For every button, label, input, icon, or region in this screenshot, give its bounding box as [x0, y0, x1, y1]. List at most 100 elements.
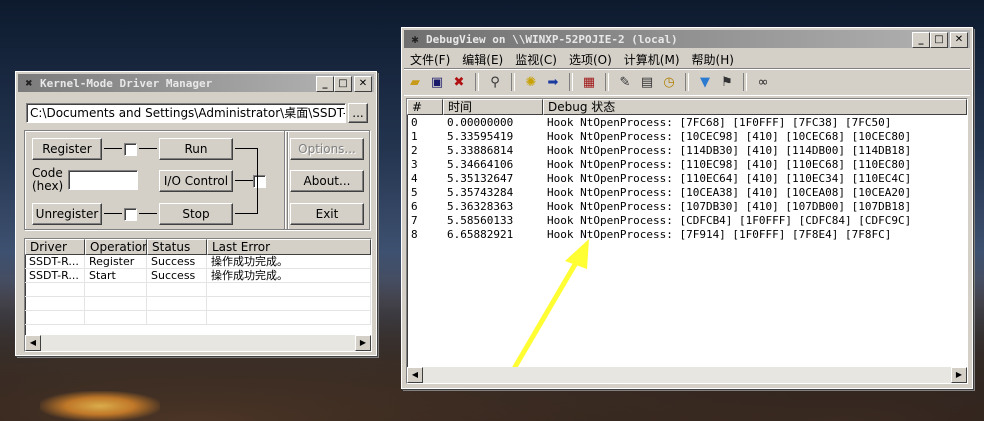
- scroll-track[interactable]: [41, 335, 355, 351]
- history-depth-icon[interactable]: ▤: [636, 71, 658, 93]
- cell-operation: Start: [85, 269, 147, 283]
- capture-settings-icon[interactable]: ✺: [520, 71, 542, 93]
- maximize-button[interactable]: □: [334, 76, 352, 92]
- row-time: 5.36328363: [447, 200, 514, 213]
- capture-win32-icon[interactable]: ▦: [578, 71, 600, 93]
- row-index: 8: [411, 228, 418, 241]
- debugview-titlebar[interactable]: ✱ DebugView on \\WINXP-52POJIE-2 (local)…: [404, 30, 970, 48]
- kmdm-title: Kernel-Mode Driver Manager: [40, 76, 213, 90]
- menu-options[interactable]: 选项(O): [563, 51, 618, 68]
- highlight-icon[interactable]: ▼: [694, 71, 716, 93]
- col-driver[interactable]: Driver: [25, 239, 85, 255]
- col-time[interactable]: 时间: [443, 99, 543, 115]
- col-index[interactable]: #: [407, 99, 443, 115]
- io-code-input[interactable]: [68, 170, 138, 190]
- connector-line: [104, 148, 122, 149]
- connector-line: [139, 213, 157, 214]
- menu-capture[interactable]: 监视(C): [509, 51, 563, 68]
- toolbar-separator: [569, 73, 573, 91]
- list-item[interactable]: 8 6.65882921 Hook NtOpenProcess: [7F914] […: [407, 228, 967, 242]
- arrow-head: [565, 239, 589, 269]
- row-message: Hook NtOpenProcess: [7FC68] [1F0FFF] [7F…: [547, 116, 892, 129]
- find-icon[interactable]: ⚲: [484, 71, 506, 93]
- unregister-checkbox[interactable]: [124, 208, 137, 221]
- options-button[interactable]: Options...: [290, 138, 364, 160]
- driver-path-field[interactable]: C:\Documents and Settings\Administrator\…: [26, 103, 346, 123]
- cell-last-error: 操作成功完成。: [207, 269, 371, 283]
- register-button[interactable]: Register: [32, 138, 102, 160]
- col-operation[interactable]: Operation: [85, 239, 147, 255]
- toolbar-separator: [743, 73, 747, 91]
- connector-line: [257, 148, 258, 214]
- list-item[interactable]: 0 0.00000000 Hook NtOpenProcess: [7FC68] […: [407, 116, 967, 130]
- table-row[interactable]: SSDT-R... Register Success 操作成功完成。: [25, 255, 371, 269]
- list-item[interactable]: 3 5.34664106 Hook NtOpenProcess: [110EC98]…: [407, 158, 967, 172]
- empty-row: [25, 311, 371, 325]
- cell-driver: SSDT-R...: [25, 255, 85, 269]
- maximize-button[interactable]: □: [930, 32, 948, 48]
- about-button[interactable]: About...: [290, 170, 364, 192]
- autoscroll-icon[interactable]: ➡: [542, 71, 564, 93]
- filter-icon[interactable]: ✎: [614, 71, 636, 93]
- save-icon[interactable]: ▣: [426, 71, 448, 93]
- debugview-title: DebugView on \\WINXP-52POJIE-2 (local): [426, 32, 678, 46]
- code-label: Code (hex): [32, 166, 64, 193]
- connector-line: [235, 148, 257, 149]
- exit-button[interactable]: Exit: [290, 203, 364, 225]
- close-button[interactable]: ✕: [354, 76, 372, 92]
- toolbar-separator: [685, 73, 689, 91]
- table-row[interactable]: SSDT-R... Start Success 操作成功完成。: [25, 269, 371, 283]
- row-index: 6: [411, 200, 418, 213]
- debug-horizontal-scrollbar[interactable]: ◀ ▶: [407, 367, 967, 383]
- binoculars-icon[interactable]: ∞: [752, 71, 774, 93]
- scroll-left-button[interactable]: ◀: [25, 335, 41, 351]
- run-button[interactable]: Run: [159, 138, 233, 160]
- scroll-left-button[interactable]: ◀: [407, 367, 423, 383]
- menu-help[interactable]: 帮助(H): [686, 51, 740, 68]
- cell-last-error: 操作成功完成。: [207, 255, 371, 269]
- monitor-icon[interactable]: ⚑: [716, 71, 738, 93]
- unregister-button[interactable]: Unregister: [32, 203, 102, 225]
- list-item[interactable]: 4 5.35132647 Hook NtOpenProcess: [110EC64]…: [407, 172, 967, 186]
- register-checkbox[interactable]: [124, 143, 137, 156]
- list-item[interactable]: 6 5.36328363 Hook NtOpenProcess: [107DB30]…: [407, 200, 967, 214]
- col-debug-print[interactable]: Debug 状态: [543, 99, 967, 115]
- open-icon[interactable]: ▰: [404, 71, 426, 93]
- list-item[interactable]: 7 5.58560133 Hook NtOpenProcess: [CDFCB4] …: [407, 214, 967, 228]
- row-index: 4: [411, 172, 418, 185]
- list-item[interactable]: 5 5.35743284 Hook NtOpenProcess: [10CEA38]…: [407, 186, 967, 200]
- close-button[interactable]: ✕: [950, 32, 968, 48]
- menu-file[interactable]: 文件(F): [404, 51, 456, 68]
- menu-edit[interactable]: 编辑(E): [456, 51, 509, 68]
- list-item[interactable]: 1 5.33595419 Hook NtOpenProcess: [10CEC98]…: [407, 130, 967, 144]
- row-message: Hook NtOpenProcess: [10CEA38] [410] [10C…: [547, 186, 912, 199]
- minimize-button[interactable]: _: [316, 76, 334, 92]
- log-horizontal-scrollbar[interactable]: ◀ ▶: [25, 335, 371, 351]
- col-last-error[interactable]: Last Error: [207, 239, 371, 255]
- clear-display-icon[interactable]: ✖: [448, 71, 470, 93]
- debug-list-header: # 时间 Debug 状态: [407, 99, 967, 115]
- stop-button[interactable]: Stop: [159, 203, 233, 225]
- scroll-right-button[interactable]: ▶: [355, 335, 371, 351]
- debug-output-list[interactable]: # 时间 Debug 状态 0 0.00000000 Hook NtOpenProc…: [406, 98, 968, 384]
- col-status[interactable]: Status: [147, 239, 207, 255]
- desktop-glow: [40, 391, 160, 421]
- debugview-bug-icon: ✱: [411, 32, 419, 46]
- cell-status: Success: [147, 269, 207, 283]
- empty-row: [25, 283, 371, 297]
- kmdm-titlebar[interactable]: ✖ Kernel-Mode Driver Manager _ □ ✕: [18, 74, 374, 92]
- list-item[interactable]: 2 5.33886814 Hook NtOpenProcess: [114DB30]…: [407, 144, 967, 158]
- menu-computer[interactable]: 计算机(M): [618, 51, 686, 68]
- io-control-button[interactable]: I/O Control: [159, 170, 233, 192]
- row-message: Hook NtOpenProcess: [10CEC98] [410] [10C…: [547, 130, 912, 143]
- toolbar-separator: [475, 73, 479, 91]
- clock-icon[interactable]: ◷: [658, 71, 680, 93]
- driver-log-list[interactable]: Driver Operation Status Last Error SSDT-…: [24, 238, 372, 352]
- scroll-right-button[interactable]: ▶: [951, 367, 967, 383]
- minimize-button[interactable]: _: [912, 32, 930, 48]
- connector-line: [235, 213, 257, 214]
- browse-button[interactable]: ...: [348, 103, 368, 123]
- io-checkbox[interactable]: [253, 175, 266, 188]
- scroll-track[interactable]: [423, 367, 951, 383]
- row-message: Hook NtOpenProcess: [107DB30] [410] [107…: [547, 200, 912, 213]
